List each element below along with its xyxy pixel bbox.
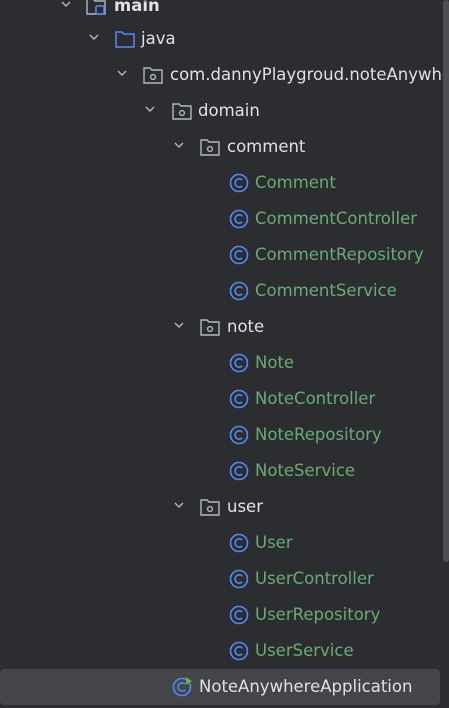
tree-node-label: UserService	[255, 641, 354, 660]
tree-node-label: NoteAnywhereApplication	[199, 677, 413, 696]
tree-node-label: UserController	[255, 569, 374, 588]
class-icon	[229, 641, 249, 661]
tree-node-class[interactable]: NoteService	[0, 453, 449, 489]
tree-node-user[interactable]: user	[0, 489, 449, 525]
tree-node-class[interactable]: UserRepository	[0, 597, 449, 633]
tree-node-class[interactable]: CommentController	[0, 201, 449, 237]
class-icon	[229, 425, 249, 445]
tree-node-label: com.dannyPlaygroud.noteAnywhere	[170, 65, 449, 84]
tree-node-label: comment	[227, 137, 306, 156]
tree-node-label: Comment	[255, 173, 336, 192]
folder-icon	[115, 31, 135, 48]
tree-node-class[interactable]: User	[0, 525, 449, 561]
package-icon	[200, 499, 220, 516]
tree-node-application[interactable]: NoteAnywhereApplication	[0, 669, 440, 705]
class-icon	[229, 605, 249, 625]
vertical-scrollbar[interactable]	[443, 0, 449, 562]
tree-node-java[interactable]: java	[0, 21, 449, 57]
class-icon	[229, 461, 249, 481]
tree-node-label: CommentRepository	[255, 245, 424, 264]
spring-boot-class-icon	[172, 677, 192, 697]
tree-node-label: java	[141, 29, 176, 48]
package-icon	[172, 103, 192, 120]
tree-node-class[interactable]: NoteController	[0, 381, 449, 417]
tree-node-label: User	[255, 533, 293, 552]
tree-node-class[interactable]: CommentRepository	[0, 237, 449, 273]
chevron-down-icon[interactable]	[144, 103, 156, 115]
tree-node-domain[interactable]: domain	[0, 93, 449, 129]
tree-node-label: user	[227, 497, 263, 516]
tree-node-package[interactable]: com.dannyPlaygroud.noteAnywhere	[0, 57, 449, 93]
tree-node-note[interactable]: note	[0, 309, 449, 345]
tree-node-label: NoteRepository	[255, 425, 382, 444]
tree-node-class[interactable]: UserController	[0, 561, 449, 597]
class-icon	[229, 281, 249, 301]
tree-node-comment[interactable]: comment	[0, 129, 449, 165]
class-icon	[229, 533, 249, 553]
chevron-down-icon[interactable]	[116, 67, 128, 79]
class-icon	[229, 173, 249, 193]
tree-node-class[interactable]: CommentService	[0, 273, 449, 309]
tree-node-label: main	[114, 0, 160, 15]
chevron-down-icon[interactable]	[173, 139, 185, 151]
class-icon	[229, 569, 249, 589]
tree-node-class[interactable]: UserService	[0, 633, 449, 669]
tree-node-label: NoteService	[255, 461, 356, 480]
tree-node-label: UserRepository	[255, 605, 381, 624]
chevron-down-icon[interactable]	[173, 499, 185, 511]
tree-node-label: CommentController	[255, 209, 418, 228]
tree-node-class[interactable]: NoteRepository	[0, 417, 449, 453]
package-icon	[200, 319, 220, 336]
class-icon	[229, 389, 249, 409]
chevron-down-icon[interactable]	[173, 319, 185, 331]
chevron-down-icon[interactable]	[88, 31, 100, 43]
tree-node-label: domain	[198, 101, 260, 120]
package-icon	[143, 67, 163, 84]
tree-node-label: note	[227, 317, 265, 336]
package-icon	[200, 139, 220, 156]
class-icon	[229, 353, 249, 373]
tree-node-label: CommentService	[255, 281, 397, 300]
tree-node-class[interactable]: Note	[0, 345, 449, 381]
project-tree: main java com.dannyPlaygroud.noteAnywher…	[0, 0, 449, 708]
tree-node-class[interactable]: Comment	[0, 165, 449, 201]
tree-node-label: Note	[255, 353, 295, 372]
chevron-down-icon[interactable]	[60, 0, 72, 10]
source-root-folder-icon	[86, 0, 106, 15]
tree-node-label: NoteController	[255, 389, 376, 408]
class-icon	[229, 245, 249, 265]
class-icon	[229, 209, 249, 229]
